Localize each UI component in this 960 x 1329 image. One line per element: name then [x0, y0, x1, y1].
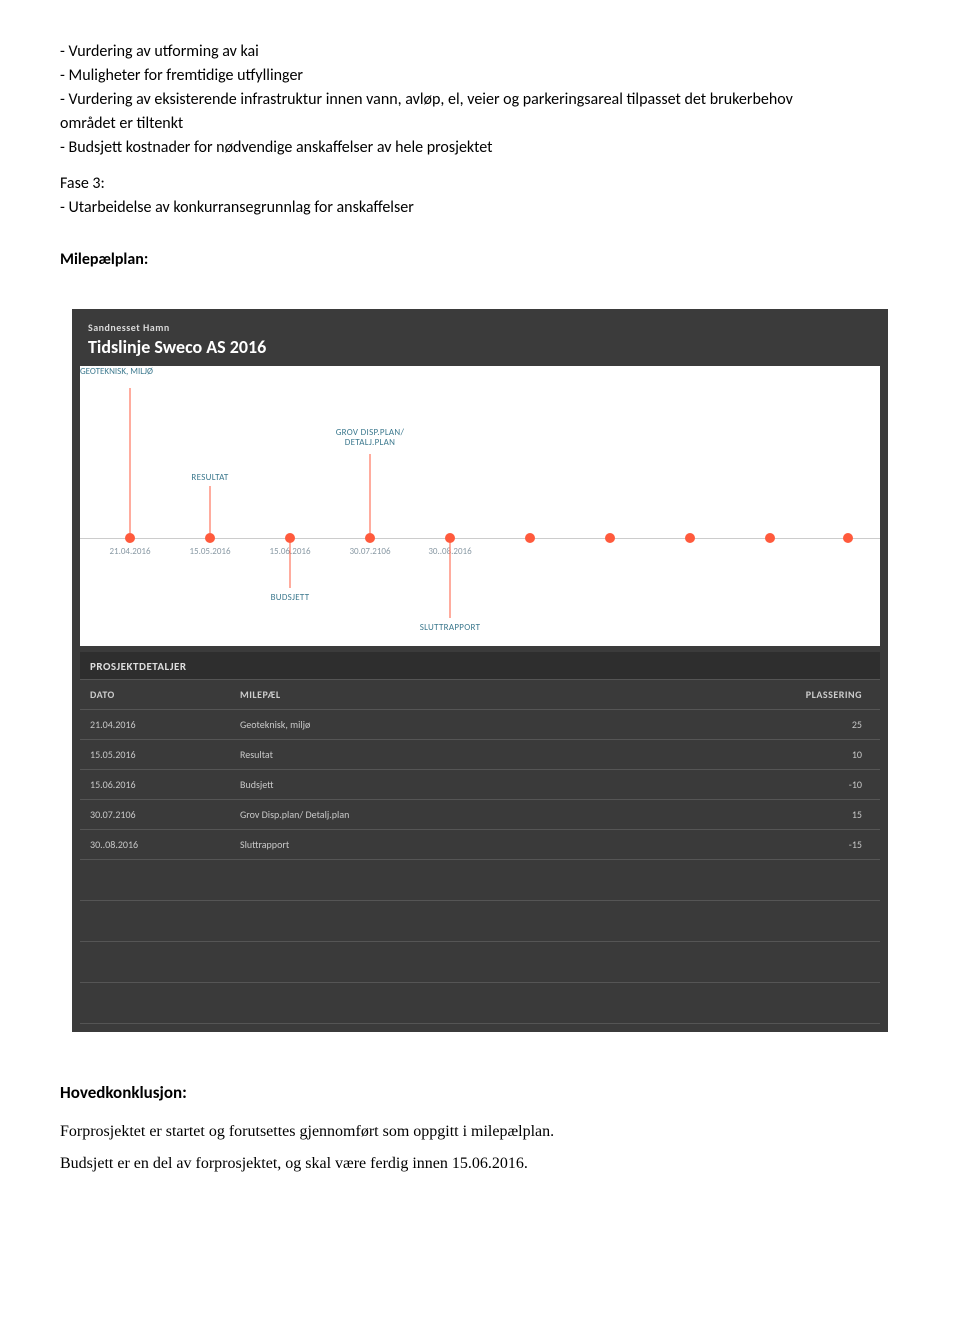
- details-table: DATO MILEPÆL PLASSERING 21.04.2016 Geote…: [80, 680, 880, 1024]
- bullet-item: - Budsjett kostnader for nødvendige ansk…: [60, 136, 900, 160]
- col-dato: DATO: [80, 680, 230, 710]
- milestone-dot: [843, 533, 853, 543]
- gantt-panel: Sandnesset Hamn Tidslinje Sweco AS 2016 …: [72, 309, 888, 1032]
- gantt-subtitle: Sandnesset Hamn: [88, 321, 872, 334]
- table-row: 30.07.2106 Grov Disp.plan/ Detalj.plan 1…: [80, 800, 880, 830]
- conclusion-p1: Forprosjektet er startet og forutsettes …: [60, 1123, 900, 1141]
- fase-block: Fase 3: - Utarbeidelse av konkurransegru…: [60, 172, 900, 220]
- cell-dato: 15.05.2016: [80, 740, 230, 770]
- cell-plass: 25: [722, 710, 880, 740]
- annotation-geoteknisk: GEOTEKNISK, MILJØ: [80, 366, 880, 377]
- table-row-empty: [80, 983, 880, 1024]
- milestone-dot: [285, 533, 295, 543]
- milepael-heading: Milepælplan:: [60, 250, 900, 269]
- milestone-dot: [685, 533, 695, 543]
- conclusion-p2: Budsjett er en del av forprosjektet, og …: [60, 1155, 900, 1173]
- cell-milepael: Sluttrapport: [230, 830, 722, 860]
- gantt-chart: GEOTEKNISK, MILJØ 21.04.2016 15.05.2016 …: [80, 366, 880, 646]
- cell-plass: -15: [722, 830, 880, 860]
- stem: [210, 486, 211, 538]
- annotation-grov-text: GROV DISP.PLAN/ DETALJ.PLAN: [336, 427, 405, 448]
- table-row-empty: [80, 860, 880, 901]
- stem: [450, 538, 451, 618]
- milestone-dot: [525, 533, 535, 543]
- gantt-header: Sandnesset Hamn Tidslinje Sweco AS 2016: [80, 317, 880, 366]
- tick-label: 21.04.2016: [109, 546, 150, 557]
- details-heading: PROSJEKTDETALJER: [80, 652, 880, 680]
- bullet-list: - Vurdering av utforming av kai - Muligh…: [60, 40, 900, 160]
- bullet-item: - Vurdering av eksisterende infrastruktu…: [60, 88, 820, 136]
- table-row-empty: [80, 942, 880, 983]
- cell-dato: 21.04.2016: [80, 710, 230, 740]
- milestone-dot: [445, 533, 455, 543]
- table-row-empty: [80, 901, 880, 942]
- milestone-dot: [765, 533, 775, 543]
- conclusion-heading: Hovedkonklusjon:: [60, 1082, 900, 1103]
- table-row: 30..08.2016 Sluttrapport -15: [80, 830, 880, 860]
- cell-dato: 15.06.2016: [80, 770, 230, 800]
- milestone-dot: [605, 533, 615, 543]
- annotation-budsjett: BUDSJETT: [271, 592, 310, 603]
- gantt-title: Tidslinje Sweco AS 2016: [88, 336, 872, 358]
- bullet-item: - Muligheter for fremtidige utfyllinger: [60, 64, 900, 88]
- stem: [370, 454, 371, 538]
- annotation-grov: GROV DISP.PLAN/ DETALJ.PLAN: [336, 428, 405, 448]
- fase-title: Fase 3:: [60, 172, 900, 196]
- tick-label: 30.07.2106: [349, 546, 390, 557]
- cell-milepael: Grov Disp.plan/ Detalj.plan: [230, 800, 722, 830]
- cell-milepael: Geoteknisk, miljø: [230, 710, 722, 740]
- col-milepael: MILEPÆL: [230, 680, 722, 710]
- stem: [130, 388, 131, 538]
- tick-label: 15.05.2016: [189, 546, 230, 557]
- stem: [290, 538, 291, 588]
- cell-dato: 30.07.2106: [80, 800, 230, 830]
- details-body: 21.04.2016 Geoteknisk, miljø 25 15.05.20…: [80, 710, 880, 1024]
- annotation-slutt: SLUTTRAPPORT: [420, 622, 481, 633]
- cell-plass: 10: [722, 740, 880, 770]
- cell-dato: 30..08.2016: [80, 830, 230, 860]
- fase-line: - Utarbeidelse av konkurransegrunnlag fo…: [60, 196, 900, 220]
- col-plassering: PLASSERING: [722, 680, 880, 710]
- cell-plass: -10: [722, 770, 880, 800]
- milestone-dot: [365, 533, 375, 543]
- milestone-dot: [125, 533, 135, 543]
- milestone-dot: [205, 533, 215, 543]
- annotation-resultat: RESULTAT: [191, 472, 228, 483]
- cell-milepael: Resultat: [230, 740, 722, 770]
- table-row: 21.04.2016 Geoteknisk, miljø 25: [80, 710, 880, 740]
- table-row: 15.06.2016 Budsjett -10: [80, 770, 880, 800]
- cell-plass: 15: [722, 800, 880, 830]
- cell-milepael: Budsjett: [230, 770, 722, 800]
- details-panel: PROSJEKTDETALJER DATO MILEPÆL PLASSERING…: [80, 652, 880, 1024]
- table-row: 15.05.2016 Resultat 10: [80, 740, 880, 770]
- bullet-item: - Vurdering av utforming av kai: [60, 40, 900, 64]
